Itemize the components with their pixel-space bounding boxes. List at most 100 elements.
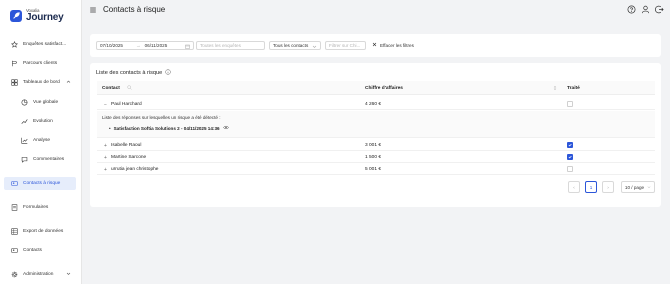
rocket-icon [10,10,22,23]
table-row[interactable]: + Isabelle Raoul 3 001 € [97,139,655,151]
contacts-select-value: Tous les contacts [273,43,309,48]
sidebar-item-journeys[interactable]: Parcours clients [4,57,76,70]
page-size-value: 10 / page [624,184,645,190]
sidebar-item-forms[interactable]: Formulaires [4,201,76,214]
sidebar: Voxalia Journey Enquêtes satisfact... Pa… [0,0,82,284]
contact-name: Martine Sarcone [111,155,147,160]
logo[interactable]: Voxalia Journey [10,8,64,24]
table-row[interactable]: − Paul Harchard 4 260 € [97,98,655,110]
help-icon[interactable] [627,5,636,14]
revenue-value: 4 260 € [365,102,382,107]
sidebar-item-label: Administration [23,272,54,277]
search-icon[interactable] [127,85,132,92]
menu-icon[interactable] [89,6,97,14]
sidebar-item-label: Commentaires [33,157,65,162]
date-start: 07/10/2025 [100,43,123,48]
next-page-button[interactable]: › [602,181,614,193]
surveys-select[interactable]: Toutes les enquêtes [196,41,265,50]
logo-big-text: Journey [26,12,64,24]
revenue-value: 5 001 € [365,167,382,172]
date-end: 06/11/2025 [144,43,168,48]
clear-filters-label: Effacer les filtres [380,42,414,48]
dashboard-icon [10,79,18,87]
star-icon [10,41,18,49]
col-done: Traité [567,86,580,91]
user-icon[interactable] [641,5,650,14]
expanded-row-panel: Liste des réponses sur lesquelles un ris… [97,111,655,138]
comment-icon [20,156,28,164]
expand-row-button[interactable]: + [104,144,107,149]
sidebar-item-label: Contacts à risque [23,181,61,186]
collapse-row-button[interactable]: − [104,103,107,108]
prev-page-button[interactable]: ‹ [568,181,580,193]
revenue-value: 3 001 € [365,143,382,148]
sort-icon[interactable] [553,85,557,93]
calendar-icon [185,44,190,50]
contact-risk-icon [10,180,18,188]
sidebar-item-comments[interactable]: Commentaires [4,153,76,166]
filters-bar: 07/10/2025 → 06/11/2025 Toutes les enquê… [90,34,661,57]
route-icon [10,60,18,68]
clear-filters-button[interactable]: Effacer les filtres [372,42,414,48]
sidebar-item-label: Contacts [23,248,42,253]
sidebar-item-label: Analyse [33,138,51,143]
topbar: Contacts à risque [82,0,670,21]
date-range-picker[interactable]: 07/10/2025 → 06/11/2025 [96,41,194,50]
logout-icon[interactable] [655,5,664,14]
chevron-down-icon [647,185,651,190]
contact-name: Isabelle Raoul [111,143,142,148]
risk-response-label: Satisfaction Softia Solutions 2 - 04/11/… [113,125,220,131]
trend-icon [20,118,28,126]
done-checkbox[interactable] [567,166,573,172]
col-revenue[interactable]: Chiffre d'affaires [365,86,403,91]
expanded-heading: Liste des réponses sur lesquelles un ris… [102,115,221,120]
page-size-select[interactable]: 10 / page [621,181,655,193]
chevron-up-icon [66,79,71,86]
table-row[interactable]: + urrutia jean christophe 5 001 € [97,163,655,175]
sidebar-item-label: Enquêtes satisfact... [23,42,67,47]
sidebar-item-analysis[interactable]: Analyse [4,134,76,147]
expand-row-button[interactable]: + [104,156,107,161]
chevron-down-icon [66,271,71,278]
sidebar-item-export[interactable]: Export de données [4,225,76,238]
gear-icon [10,271,18,279]
close-icon [372,42,377,48]
eye-icon[interactable] [222,125,229,131]
sidebar-item-label: Tableaux de bord [23,80,60,85]
sidebar-item-label: Parcours clients [23,61,58,66]
contact-name: Paul Harchard [111,102,142,107]
contacts-icon [10,247,18,255]
sidebar-item-label: Formulaires [23,205,49,210]
sidebar-item-dashboards[interactable]: Tableaux de bord [4,76,76,89]
pie-icon [20,99,28,107]
sidebar-item-evolution[interactable]: Evolution [4,115,76,128]
sidebar-item-contacts[interactable]: Contacts [4,244,76,257]
sidebar-item-surveys[interactable]: Enquêtes satisfact... [4,38,76,51]
chevron-down-icon [312,44,317,50]
done-checkbox[interactable] [567,154,573,160]
expand-row-button[interactable]: + [104,168,107,173]
contacts-select[interactable]: Tous les contacts [269,41,321,50]
revenue-filter-input[interactable]: Filtrer sur Chi... [325,41,366,50]
form-icon [10,204,18,212]
sidebar-item-admin[interactable]: Administration [4,268,76,281]
sidebar-item-overview[interactable]: Vue globale [4,96,76,109]
contact-name: urrutia jean christophe [111,167,159,172]
export-icon [10,228,18,236]
col-contact[interactable]: Contact [102,86,120,91]
risk-response-item[interactable]: • Satisfaction Softia Solutions 2 - 04/1… [109,125,229,131]
table-header: Contact Chiffre d'affaires Traité [97,81,655,95]
done-checkbox[interactable] [567,142,573,148]
risk-contacts-card: Liste des contacts à risque Contact Chif… [90,63,661,207]
page-1-button[interactable]: 1 [585,181,597,193]
chart-icon [20,137,28,145]
sidebar-item-label: Evolution [33,119,53,124]
sidebar-item-contacts-risk[interactable]: Contacts à risque [4,177,76,190]
sidebar-item-label: Vue globale [33,100,59,105]
done-checkbox[interactable] [567,101,573,107]
revenue-value: 1 500 € [365,155,382,160]
sidebar-item-label: Export de données [23,229,64,234]
date-sep: → [136,43,141,48]
info-icon[interactable] [165,69,171,77]
table-row[interactable]: + Martine Sarcone 1 500 € [97,151,655,163]
